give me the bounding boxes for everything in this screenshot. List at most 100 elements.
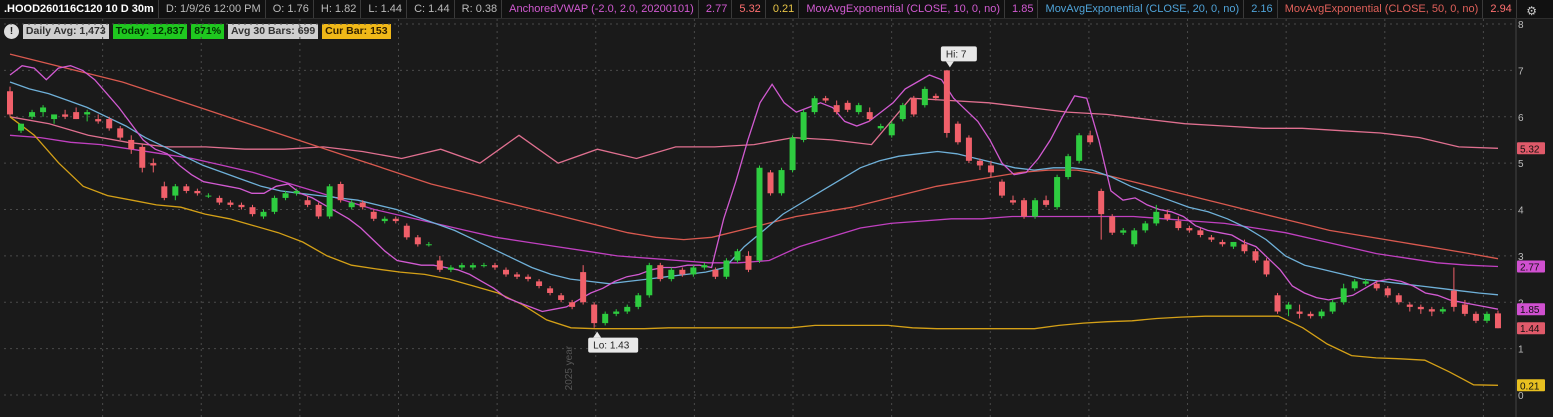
candle (227, 200, 234, 208)
vwap-value-1: 2.77 (702, 0, 733, 18)
candle-body (128, 139, 135, 150)
candle (491, 262, 498, 270)
candle (392, 216, 399, 224)
candle (789, 135, 796, 173)
candle (62, 109, 69, 120)
candle (756, 165, 763, 263)
candle-body (646, 265, 653, 296)
ema20-study-name[interactable]: MovAvgExponential (CLOSE, 20, 0, no) (1042, 0, 1245, 18)
candle-body (987, 165, 994, 173)
vwap-upper-band (9, 97, 1499, 164)
candle-body (1010, 200, 1017, 203)
candle (899, 102, 906, 122)
candle (370, 209, 377, 222)
candle-body (514, 274, 521, 277)
candle-body (1406, 304, 1413, 307)
price-label-text: 1.44 (1520, 324, 1540, 335)
candle-body (315, 204, 322, 217)
y-tick-label: 8 (1518, 20, 1524, 31)
candle-body (337, 183, 344, 201)
candle (1395, 292, 1402, 305)
candle (767, 170, 774, 196)
candle-body (1043, 200, 1050, 205)
candle (635, 292, 642, 310)
candle (271, 195, 278, 215)
price-chart[interactable]: 8765432105.322.771.851.440.21 Hi: 7Lo: 1… (0, 19, 1553, 417)
candle-body (1384, 288, 1391, 296)
candle (326, 183, 333, 219)
candle-body (668, 269, 675, 280)
candle (745, 251, 752, 273)
candle-body (536, 281, 543, 287)
price-label: 2.77 (1517, 260, 1545, 274)
candle (161, 181, 168, 201)
candle-body (756, 167, 763, 261)
candle (381, 216, 388, 224)
candle-body (712, 269, 719, 277)
open-label: O: 1.76 (269, 0, 314, 18)
candle-body (723, 260, 730, 277)
candle-body (491, 265, 498, 268)
candle-body (1274, 295, 1281, 312)
candle (1230, 241, 1237, 249)
candle-body (943, 70, 950, 133)
candle (569, 299, 576, 310)
candle (51, 114, 58, 124)
candle-body (1494, 313, 1501, 329)
ema10-study-name[interactable]: MovAvgExponential (CLOSE, 10, 0, no) (802, 0, 1005, 18)
y-tick-label: 0 (1518, 391, 1524, 402)
settings-icon[interactable]: ⚙ (1522, 2, 1541, 18)
candle-body (602, 313, 609, 324)
y-tick-label: 1 (1518, 345, 1524, 356)
candle-body (910, 98, 917, 115)
candle-body (469, 265, 476, 268)
price-label: 0.21 (1517, 379, 1545, 392)
candle-body (62, 114, 69, 117)
candle (855, 102, 862, 115)
ema50-value: 2.94 (1486, 0, 1517, 18)
candle-body (480, 265, 487, 267)
vwap-study-name[interactable]: AnchoredVWAP (-2.0, 2.0, 20200101) (505, 0, 699, 18)
candle-body (205, 195, 212, 197)
candle-body (304, 200, 311, 205)
candle (668, 267, 675, 282)
candle (480, 262, 487, 268)
ema20-value: 2.16 (1247, 0, 1278, 18)
range-label: R: 0.38 (458, 0, 503, 18)
candle (337, 181, 344, 203)
candle-body (1395, 295, 1402, 303)
candle-body (95, 119, 102, 122)
candle-body (139, 146, 146, 168)
candle (657, 262, 664, 282)
candle-body (1065, 156, 1072, 178)
candle-body (1461, 304, 1468, 314)
candle-body (117, 128, 124, 138)
candle-body (1252, 251, 1259, 261)
candle-body (811, 98, 818, 113)
candle-body (1219, 241, 1226, 245)
y-tick-label: 6 (1518, 113, 1524, 124)
candle-body (106, 119, 113, 129)
high-label: H: 1.82 (317, 0, 362, 18)
price-label-text: 0.21 (1520, 381, 1540, 392)
ema50-study-name[interactable]: MovAvgExponential (CLOSE, 50, 0, no) (1281, 0, 1484, 18)
candle-body (1098, 190, 1105, 215)
candle-body (1109, 216, 1116, 233)
candle-body (833, 105, 840, 113)
candle (723, 258, 730, 280)
candle-body (84, 112, 91, 115)
candle-body (502, 269, 509, 275)
lo-pointer (593, 331, 602, 338)
candle (536, 279, 543, 289)
candle (1263, 258, 1270, 277)
lo-text: Lo: 1.43 (593, 341, 630, 352)
candle-body (18, 123, 25, 131)
candlesticks (7, 70, 1501, 329)
candle (249, 204, 256, 217)
candle-body (227, 202, 234, 205)
symbol-label[interactable]: .HOOD260116C120 10 D 30m (0, 0, 159, 18)
price-label: 5.32 (1517, 142, 1545, 155)
candle-body (359, 202, 366, 208)
candle-body (569, 302, 576, 307)
candle-body (822, 98, 829, 101)
